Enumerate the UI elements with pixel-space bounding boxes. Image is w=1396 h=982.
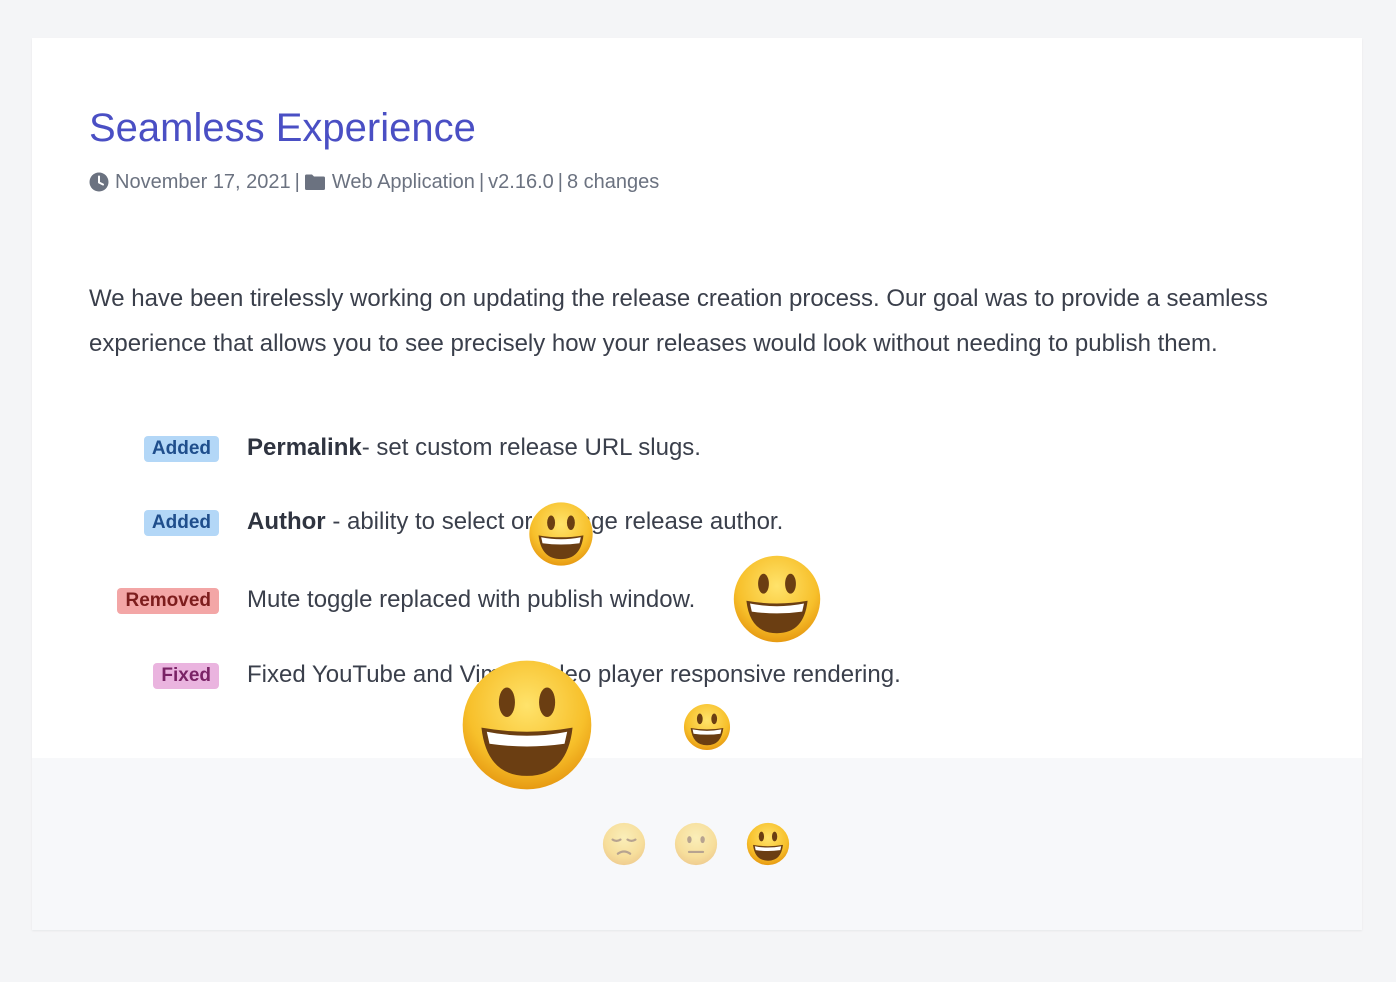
change-description: Mute toggle replaced with publish window… (247, 580, 695, 620)
release-version: v2.16.0 (488, 170, 554, 193)
release-date: November 17, 2021 (115, 170, 291, 193)
change-title: Permalink (247, 434, 362, 461)
release-title[interactable]: Seamless Experience (89, 104, 476, 152)
meta-separator: | (557, 170, 563, 193)
change-tag-removed: Removed (117, 588, 219, 614)
change-item: Fixed Fixed YouTube and Vimeo video play… (89, 655, 1309, 695)
meta-separator: | (478, 170, 485, 193)
reaction-bar (602, 822, 790, 866)
change-description: Author - ability to select or change rel… (247, 502, 783, 542)
neutral-reaction-icon[interactable] (674, 822, 718, 866)
change-description: Fixed YouTube and Vimeo video player res… (247, 655, 901, 695)
release-change-count: 8 changes (566, 170, 660, 193)
floating-happy-emoji-icon (683, 703, 731, 751)
reaction-footer (32, 758, 1362, 930)
clock-icon (89, 172, 109, 192)
change-description: Permalink- set custom release URL slugs. (247, 428, 701, 468)
change-item: Added Author - ability to select or chan… (89, 502, 1309, 542)
release-intro: We have been tirelessly working on updat… (89, 285, 1268, 357)
change-detail: Fixed YouTube and Vimeo video player res… (247, 661, 901, 688)
change-detail: - ability to select or change release au… (325, 508, 784, 535)
change-detail: Mute toggle replaced with publish window… (247, 586, 696, 613)
change-tag-fixed: Fixed (153, 663, 219, 689)
sad-reaction-icon[interactable] (602, 822, 646, 866)
change-item: Removed Mute toggle replaced with publis… (89, 580, 1309, 620)
change-detail: - set custom release URL slugs. (361, 434, 701, 461)
release-category[interactable]: Web Application (332, 171, 475, 194)
change-tag-added: Added (143, 510, 219, 536)
release-card: Seamless Experience November 17, 2021 | … (32, 38, 1362, 930)
folder-icon (304, 173, 326, 191)
change-item: Added Permalink- set custom release URL … (89, 428, 1309, 468)
happy-reaction-icon[interactable] (746, 822, 790, 866)
change-tag-added: Added (143, 436, 219, 462)
release-meta: November 17, 2021 | Web Application | v2… (89, 169, 659, 195)
meta-separator: | (294, 170, 300, 193)
change-title: Author (247, 508, 326, 535)
